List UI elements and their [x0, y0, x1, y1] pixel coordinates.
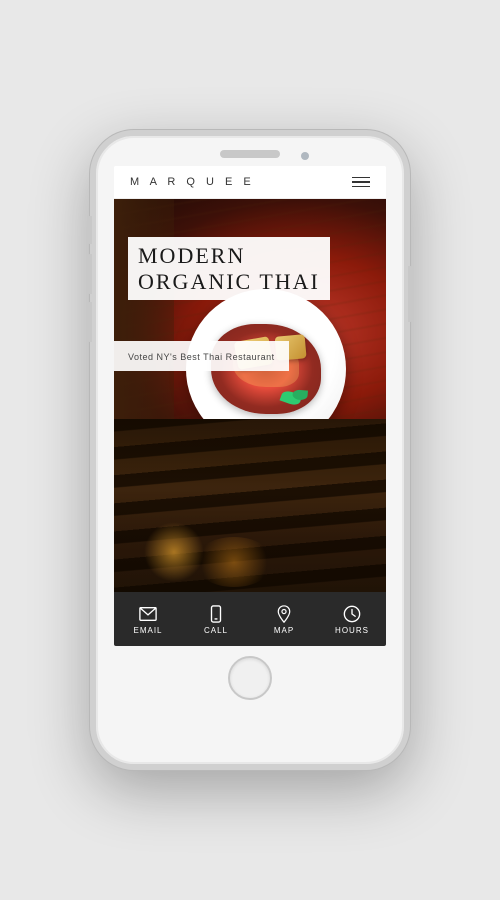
hero-subtitle-text: Voted NY's Best Thai Restaurant: [128, 352, 275, 362]
phone-frame: M A R Q U E E MODERN: [90, 130, 410, 770]
app-header: M A R Q U E E: [114, 166, 386, 199]
hero-subtitle: Voted NY's Best Thai Restaurant: [114, 341, 289, 371]
volume-down-button: [88, 302, 92, 342]
light-glow-2: [194, 537, 274, 587]
light-glow-1: [144, 522, 204, 582]
email-icon: [139, 605, 157, 623]
hero-title-line2: ORGANIC THAI: [138, 269, 320, 294]
hero-section: MODERN ORGANIC THAI Voted NY's Best Thai…: [114, 199, 386, 419]
hamburger-menu-button[interactable]: [352, 177, 370, 188]
nav-label-map: MAP: [274, 626, 294, 635]
home-button[interactable]: [228, 656, 272, 700]
interior-section: [114, 419, 386, 592]
hero-title-box: MODERN ORGANIC THAI: [114, 227, 386, 308]
hamburger-line-2: [352, 181, 370, 183]
hero-title-line1: MODERN: [138, 243, 245, 268]
nav-label-hours: HOURS: [335, 626, 369, 635]
nav-label-call: CALL: [204, 626, 228, 635]
nav-item-hours[interactable]: HOURS: [318, 605, 386, 635]
hamburger-line-3: [352, 186, 370, 188]
nav-item-email[interactable]: EMAIL: [114, 605, 182, 635]
nav-item-map[interactable]: MAP: [250, 605, 318, 635]
nav-label-email: EMAIL: [133, 626, 162, 635]
volume-up-button: [88, 254, 92, 294]
bottom-nav-bar: EMAIL CALL MAP: [114, 592, 386, 646]
app-logo: M A R Q U E E: [130, 176, 255, 188]
hero-title: MODERN ORGANIC THAI: [128, 237, 330, 300]
hamburger-line-1: [352, 177, 370, 179]
hero-title-text: MODERN ORGANIC THAI: [138, 243, 320, 296]
nav-item-call[interactable]: CALL: [182, 605, 250, 635]
power-button: [408, 266, 412, 322]
phone-icon: [207, 605, 225, 623]
garnish: [280, 389, 303, 407]
front-camera: [301, 152, 309, 160]
phone-screen: M A R Q U E E MODERN: [114, 166, 386, 646]
clock-icon: [343, 605, 361, 623]
phone-speaker: [220, 150, 280, 158]
map-icon: [275, 605, 293, 623]
mute-button: [88, 216, 92, 244]
